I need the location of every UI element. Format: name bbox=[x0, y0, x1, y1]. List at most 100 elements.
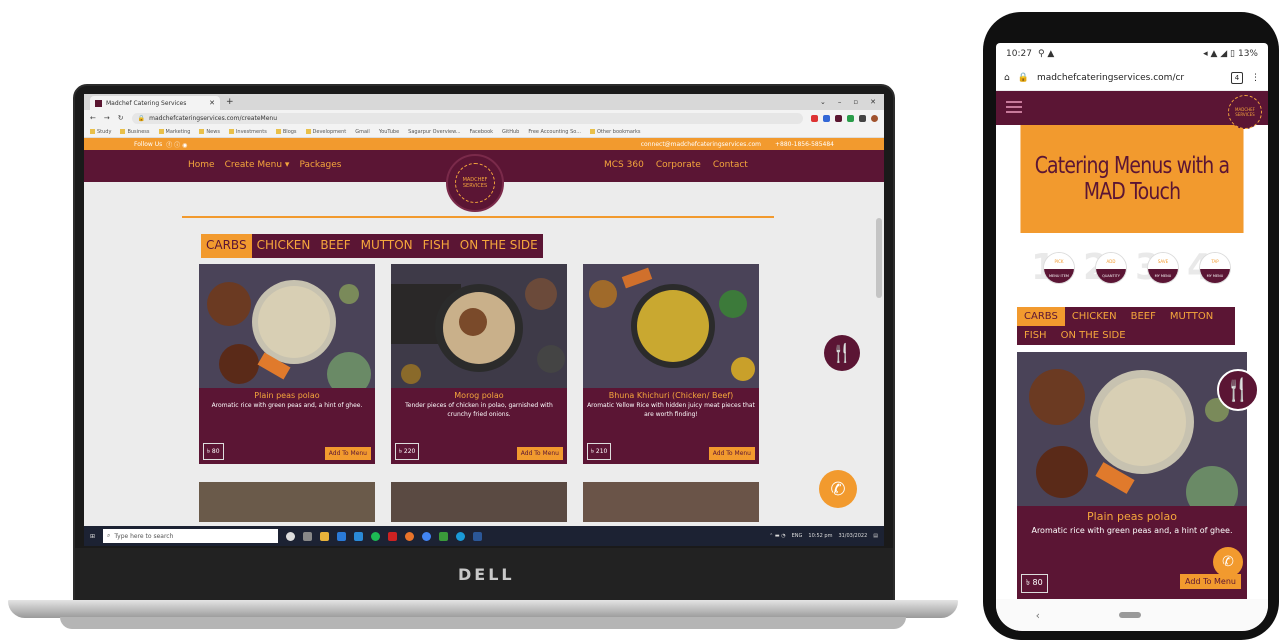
tab-mutton[interactable]: MUTTON bbox=[1163, 307, 1220, 326]
food-image bbox=[199, 264, 375, 388]
tab-on-the-side[interactable]: ON THE SIDE bbox=[1054, 326, 1133, 345]
app-icon[interactable] bbox=[456, 531, 466, 541]
bookmark-item[interactable]: Facebook bbox=[470, 129, 494, 135]
extension-icon[interactable] bbox=[823, 114, 830, 122]
tab-chicken[interactable]: CHICKEN bbox=[1065, 307, 1124, 326]
tab-count-badge[interactable]: 4 bbox=[1231, 71, 1243, 84]
phone-call-icon[interactable]: ✆ bbox=[819, 470, 857, 508]
reload-icon[interactable]: ↻ bbox=[118, 114, 124, 122]
clock-date[interactable]: 31/03/2022 bbox=[838, 533, 867, 539]
social-icons[interactable]: ⓕ ⓘ ◉ bbox=[166, 140, 187, 149]
bookmark-item[interactable]: Development bbox=[306, 129, 347, 135]
tab-carbs[interactable]: CARBS bbox=[201, 234, 252, 258]
bookmark-item[interactable]: Business bbox=[120, 129, 149, 135]
bookmark-item[interactable]: Other bookmarks bbox=[590, 129, 640, 135]
bookmark-item[interactable]: Gmail bbox=[355, 129, 370, 135]
hamburger-icon[interactable] bbox=[1006, 101, 1022, 116]
extension-icon[interactable] bbox=[859, 114, 866, 122]
tab-mutton[interactable]: MUTTON bbox=[356, 234, 418, 258]
extension-icon[interactable] bbox=[811, 114, 818, 122]
vscode-icon[interactable] bbox=[354, 531, 364, 541]
tab-on-the-side[interactable]: ON THE SIDE bbox=[455, 234, 543, 258]
forward-icon[interactable]: → bbox=[104, 114, 110, 122]
browser-tab[interactable]: Madchef Catering Services ✕ bbox=[90, 96, 220, 110]
nav-mcs-360[interactable]: MCS 360 bbox=[604, 160, 644, 170]
extension-icon[interactable] bbox=[847, 114, 854, 122]
tab-fish[interactable]: FISH bbox=[418, 234, 455, 258]
home-icon[interactable]: ⌂ bbox=[1004, 73, 1010, 83]
windows-start-icon[interactable]: ⊞ bbox=[90, 533, 95, 540]
bookmark-item[interactable]: GitHub bbox=[502, 129, 519, 135]
chevron-down-icon[interactable]: ⌄ bbox=[820, 98, 826, 106]
profile-avatar[interactable] bbox=[871, 114, 878, 122]
extension-icon[interactable] bbox=[835, 114, 842, 122]
nav-corporate[interactable]: Corporate bbox=[656, 160, 701, 170]
follow-us-text: Follow Us bbox=[134, 140, 163, 148]
add-to-menu-button[interactable]: Add To Menu bbox=[708, 447, 755, 460]
more-vert-icon[interactable]: ⋮ bbox=[1251, 73, 1260, 83]
bookmark-item[interactable]: Study bbox=[90, 129, 111, 135]
nav-create-menu[interactable]: Create Menu ▾ bbox=[225, 160, 290, 170]
minimize-icon[interactable]: – bbox=[838, 98, 842, 106]
bookmark-item[interactable]: YouTube bbox=[379, 129, 399, 135]
logo-text: MADCHEF SERVICES bbox=[455, 163, 495, 203]
clock-time[interactable]: 10:52 pm bbox=[808, 533, 832, 539]
site-favicon-icon bbox=[95, 99, 102, 107]
lang-indicator[interactable]: ENG bbox=[792, 533, 803, 539]
home-pill-icon[interactable] bbox=[1119, 612, 1142, 618]
site-logo[interactable]: MADCHEF SERVICES bbox=[446, 154, 504, 212]
notifications-icon[interactable]: ▤ bbox=[873, 533, 878, 539]
menu-card-partial bbox=[583, 482, 759, 522]
fork-knife-icon[interactable]: 🍴 bbox=[1217, 369, 1259, 411]
taskbar-search-input[interactable]: ⌕ Type here to search bbox=[103, 529, 279, 543]
app-icon[interactable] bbox=[439, 531, 449, 541]
fork-knife-icon[interactable]: 🍴 bbox=[824, 335, 860, 371]
bookmark-item[interactable]: Blogs bbox=[276, 129, 297, 135]
contact-phone[interactable]: +880-1856-585484 bbox=[775, 141, 834, 148]
tab-fish[interactable]: FISH bbox=[1017, 326, 1054, 345]
laptop-base-shadow bbox=[60, 617, 906, 629]
nav-contact[interactable]: Contact bbox=[713, 160, 748, 170]
nav-packages[interactable]: Packages bbox=[299, 160, 341, 170]
new-tab-icon[interactable]: + bbox=[226, 97, 234, 107]
chrome-icon[interactable] bbox=[422, 531, 432, 541]
firefox-icon[interactable] bbox=[405, 531, 415, 541]
close-icon[interactable]: ✕ bbox=[870, 98, 876, 106]
phone-url[interactable]: madchefcateringservices.com/cr bbox=[1037, 73, 1223, 83]
store-icon[interactable] bbox=[337, 531, 347, 541]
task-view-icon[interactable] bbox=[303, 531, 313, 541]
maximize-icon[interactable]: ▫ bbox=[853, 98, 858, 106]
network-icon[interactable]: ⌃ ▬ ◔ bbox=[769, 533, 785, 539]
food-image bbox=[583, 264, 759, 388]
tab-beef[interactable]: BEEF bbox=[1124, 307, 1163, 326]
nav-home[interactable]: Home bbox=[188, 160, 215, 170]
menu-card: Morog polao Tender pieces of chicken in … bbox=[391, 264, 567, 464]
phone-address-bar: ⌂ 🔒 madchefcateringservices.com/cr 4 ⋮ bbox=[996, 65, 1268, 91]
url-input[interactable]: 🔒 madchefcateringservices.com/createMenu bbox=[131, 112, 803, 124]
bookmark-item[interactable]: Free Accounting So... bbox=[528, 129, 581, 135]
add-to-menu-button[interactable]: Add To Menu bbox=[324, 447, 371, 460]
app-icon[interactable] bbox=[388, 531, 398, 541]
back-icon[interactable]: ← bbox=[90, 114, 96, 122]
back-icon[interactable]: ‹ bbox=[1036, 609, 1040, 622]
card-description: Aromatic Yellow Rice with hidden juicy m… bbox=[587, 402, 755, 418]
word-icon[interactable] bbox=[473, 531, 483, 541]
file-explorer-icon[interactable] bbox=[320, 531, 330, 541]
bookmark-item[interactable]: Investments bbox=[229, 129, 267, 135]
tab-close-icon[interactable]: ✕ bbox=[209, 99, 215, 107]
cortana-icon[interactable] bbox=[286, 531, 296, 541]
tab-carbs[interactable]: CARBS bbox=[1017, 307, 1065, 326]
add-to-menu-button[interactable]: Add To Menu bbox=[516, 447, 563, 460]
tab-beef[interactable]: BEEF bbox=[315, 234, 355, 258]
spotify-icon[interactable] bbox=[371, 531, 381, 541]
scrollbar[interactable] bbox=[876, 218, 882, 298]
bookmark-item[interactable]: News bbox=[199, 129, 220, 135]
step-top-label: PICK bbox=[1044, 253, 1074, 269]
bookmark-item[interactable]: Sagarpur Overview... bbox=[408, 129, 460, 135]
contact-email[interactable]: connect@madchefcateringservices.com bbox=[641, 141, 761, 148]
bookmark-item[interactable]: Marketing bbox=[159, 129, 191, 135]
phone-call-icon[interactable]: ✆ bbox=[1213, 547, 1243, 577]
tab-chicken[interactable]: CHICKEN bbox=[252, 234, 316, 258]
search-icon: ⌕ bbox=[107, 532, 111, 539]
site-logo[interactable]: MADCHEF SERVICES bbox=[1228, 95, 1262, 129]
